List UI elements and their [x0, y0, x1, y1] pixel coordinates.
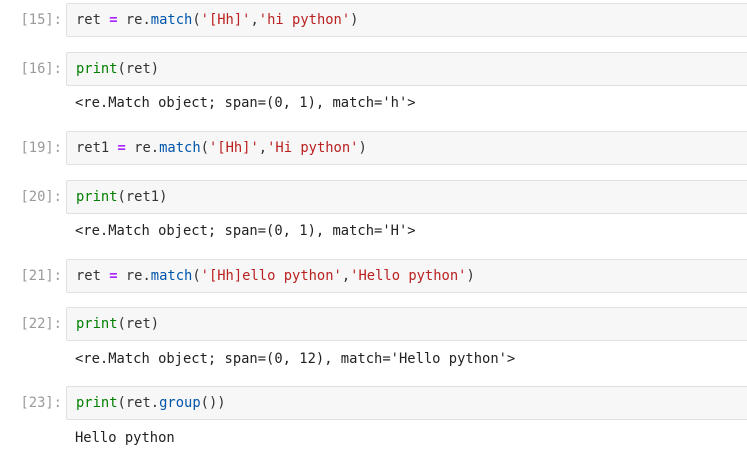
- cell-prompt: [20]:: [20, 189, 62, 205]
- code-token: ()): [200, 395, 226, 411]
- code-function: match: [159, 140, 201, 156]
- cell-input[interactable]: ret = re.match('[Hh]ello python','Hello …: [66, 259, 747, 293]
- code-token: ): [466, 268, 475, 284]
- cell-input[interactable]: ret1 = re.match('[Hh]','Hi python'): [66, 131, 747, 165]
- code-string: '[Hh]': [208, 140, 259, 156]
- code-token: re.: [134, 140, 160, 156]
- code-token: ): [350, 12, 359, 28]
- code-token: ret: [76, 12, 101, 28]
- code-token: (ret): [117, 316, 160, 332]
- cell-input[interactable]: print(ret): [66, 52, 747, 86]
- code-function: match: [150, 268, 193, 284]
- code-token: (: [192, 268, 201, 284]
- code-string: '[Hh]ello python': [200, 268, 342, 284]
- code-builtin: print: [76, 316, 118, 332]
- cell-output: <re.Match object; span=(0, 12), match='H…: [75, 351, 516, 367]
- code-builtin: print: [76, 395, 118, 411]
- cell-input[interactable]: print(ret): [66, 307, 747, 341]
- code-string: 'hi python': [258, 12, 351, 28]
- code-token: (ret): [117, 61, 160, 77]
- cell-prompt: [22]:: [20, 316, 62, 332]
- cell-input[interactable]: ret = re.match('[Hh]','hi python'): [66, 3, 747, 37]
- code-string: 'Hello python': [350, 268, 467, 284]
- code-token: (: [192, 12, 201, 28]
- code-token: (: [200, 140, 209, 156]
- cell-prompt: [19]:: [20, 140, 62, 156]
- code-token: (ret1): [117, 189, 168, 205]
- code-token: ,: [258, 140, 268, 156]
- cell-prompt: [15]:: [20, 12, 62, 28]
- code-operator: =: [109, 268, 118, 284]
- code-token: (ret.: [117, 395, 160, 411]
- cell-input[interactable]: print(ret1): [66, 180, 747, 214]
- cell-output: Hello python: [75, 430, 175, 446]
- code-function: match: [150, 12, 193, 28]
- code-token: ,: [250, 12, 259, 28]
- code-token: re.: [125, 268, 151, 284]
- code-token: re.: [125, 12, 151, 28]
- code-builtin: print: [76, 61, 118, 77]
- code-token: ret1: [76, 140, 110, 156]
- code-string: '[Hh]': [200, 12, 251, 28]
- cell-input[interactable]: print(ret.group()): [66, 386, 747, 420]
- cell-prompt: [21]:: [20, 268, 62, 284]
- code-operator: =: [109, 12, 118, 28]
- code-token: ): [358, 140, 367, 156]
- code-string: 'Hi python': [267, 140, 359, 156]
- cell-prompt: [23]:: [20, 395, 62, 411]
- code-operator: =: [117, 140, 126, 156]
- cell-output: <re.Match object; span=(0, 1), match='h'…: [75, 95, 416, 111]
- cell-prompt: [16]:: [20, 61, 62, 77]
- cell-output: <re.Match object; span=(0, 1), match='H'…: [75, 223, 416, 239]
- code-token: ,: [341, 268, 351, 284]
- code-function: group: [159, 395, 201, 411]
- code-builtin: print: [76, 189, 118, 205]
- code-token: ret: [76, 268, 101, 284]
